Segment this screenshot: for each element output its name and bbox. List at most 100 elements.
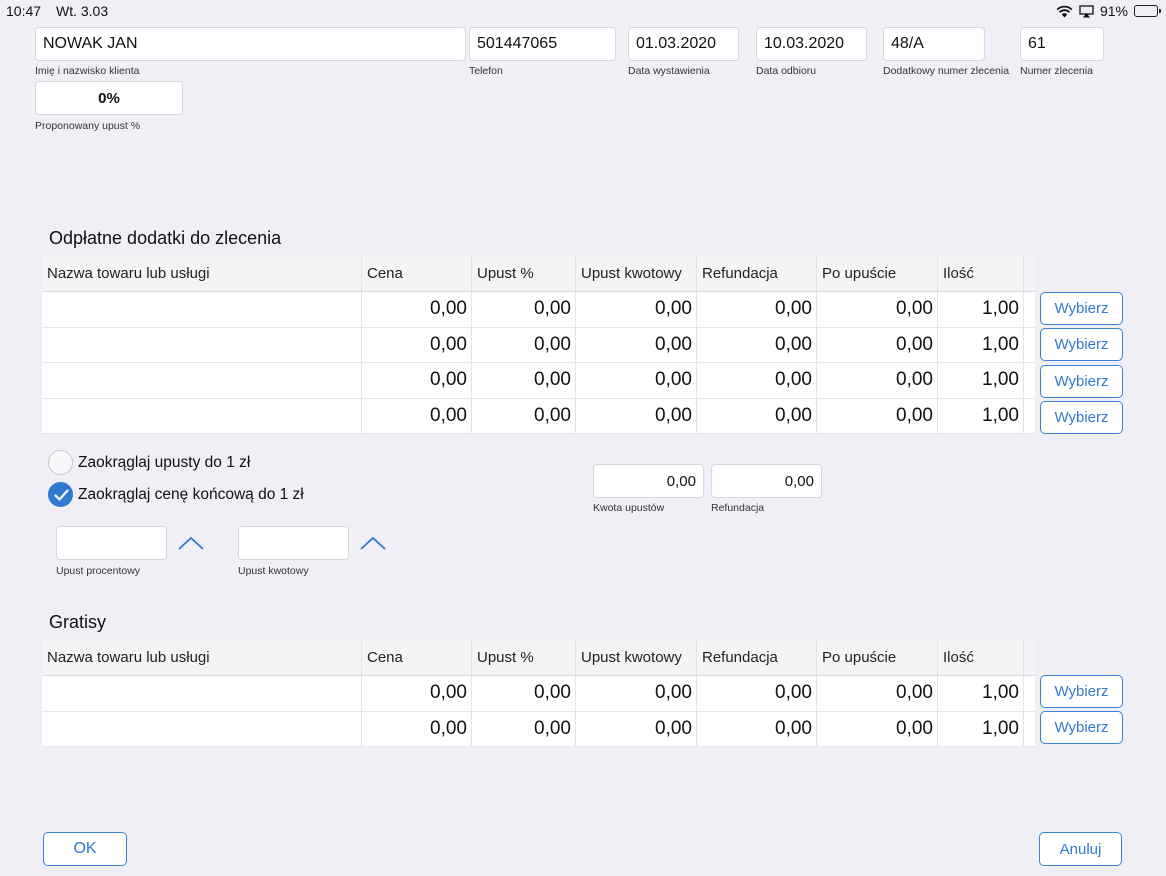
cell-quantity[interactable]: 1,00 — [938, 292, 1024, 327]
chevron-up-icon[interactable] — [177, 534, 205, 552]
ok-button[interactable]: OK — [43, 832, 127, 866]
cell-discount-pct[interactable]: 0,00 — [472, 676, 576, 711]
cell-price[interactable]: 0,00 — [362, 676, 472, 711]
cell-discount-amount[interactable]: 0,00 — [576, 398, 697, 433]
cell-spacer — [1024, 363, 1035, 398]
cell-after-discount[interactable]: 0,00 — [817, 398, 938, 433]
cell-quantity[interactable]: 1,00 — [938, 327, 1024, 362]
cell-quantity[interactable]: 1,00 — [938, 363, 1024, 398]
col-header-name: Nazwa towaru lub usługi — [42, 640, 362, 675]
cell-spacer — [1024, 676, 1035, 711]
cell-discount-amount[interactable]: 0,00 — [576, 363, 697, 398]
select-button[interactable]: Wybierz — [1040, 401, 1123, 434]
cell-name[interactable] — [42, 711, 362, 746]
round-final-radio[interactable] — [48, 482, 73, 507]
pickup-date-field[interactable]: 10.03.2020 — [756, 27, 867, 61]
cell-price[interactable]: 0,00 — [362, 327, 472, 362]
table-row[interactable]: 0,00 0,00 0,00 0,00 0,00 1,00 — [42, 292, 1035, 328]
round-final-option[interactable]: Zaokrąglaj cenę końcową do 1 zł — [48, 482, 304, 507]
col-header-discount-amount: Upust kwotowy — [576, 640, 697, 675]
battery-icon — [1134, 5, 1161, 17]
cell-after-discount[interactable]: 0,00 — [817, 327, 938, 362]
cell-price[interactable]: 0,00 — [362, 292, 472, 327]
cell-quantity[interactable]: 1,00 — [938, 711, 1024, 746]
cell-spacer — [1024, 712, 1035, 747]
select-button[interactable]: Wybierz — [1040, 328, 1123, 361]
select-button[interactable]: Wybierz — [1040, 711, 1123, 744]
table-row[interactable]: 0,00 0,00 0,00 0,00 0,00 1,00 — [42, 398, 1035, 434]
battery-percent: 91% — [1099, 3, 1128, 19]
cell-name[interactable] — [42, 327, 362, 362]
issue-date-field[interactable]: 01.03.2020 — [628, 27, 739, 61]
chevron-up-icon[interactable] — [359, 534, 387, 552]
cell-discount-amount[interactable]: 0,00 — [576, 676, 697, 711]
order-number-field[interactable]: 61 — [1020, 27, 1104, 61]
paid-table-header: Nazwa towaru lub usługi Cena Upust % Upu… — [42, 256, 1035, 292]
client-name-label: Imię i nazwisko klienta — [35, 65, 140, 77]
phone-field[interactable]: 501447065 — [469, 27, 616, 61]
col-header-discount-amount: Upust kwotowy — [576, 256, 697, 291]
round-discounts-radio[interactable] — [48, 450, 73, 475]
free-table-body: 0,00 0,00 0,00 0,00 0,00 1,00 0,00 0,00 … — [42, 676, 1035, 747]
col-header-refund: Refundacja — [697, 640, 817, 675]
cell-quantity[interactable]: 1,00 — [938, 398, 1024, 433]
cell-discount-pct[interactable]: 0,00 — [472, 292, 576, 327]
table-row[interactable]: 0,00 0,00 0,00 0,00 0,00 1,00 — [42, 711, 1035, 747]
table-row[interactable]: 0,00 0,00 0,00 0,00 0,00 1,00 — [42, 327, 1035, 363]
amount-discount-input[interactable] — [238, 526, 349, 560]
cell-price[interactable]: 0,00 — [362, 711, 472, 746]
cell-discount-amount[interactable]: 0,00 — [576, 711, 697, 746]
airplay-icon — [1079, 4, 1094, 17]
wifi-icon — [1056, 5, 1073, 17]
proposed-discount-label: Proponowany upust % — [35, 120, 141, 132]
cell-refund[interactable]: 0,00 — [697, 711, 817, 746]
status-time: 10:47 — [6, 3, 42, 19]
cell-refund[interactable]: 0,00 — [697, 398, 817, 433]
cell-after-discount[interactable]: 0,00 — [817, 363, 938, 398]
cell-price[interactable]: 0,00 — [362, 363, 472, 398]
select-button[interactable]: Wybierz — [1040, 292, 1123, 325]
cell-refund[interactable]: 0,00 — [697, 363, 817, 398]
extra-order-number-field[interactable]: 48/A — [883, 27, 985, 61]
col-header-spacer — [1024, 256, 1035, 291]
refund-field[interactable]: 0,00 — [711, 464, 822, 498]
client-name-field[interactable]: NOWAK JAN — [35, 27, 466, 61]
discount-amount-label: Kwota upustów — [593, 502, 665, 514]
cell-name[interactable] — [42, 398, 362, 433]
round-discounts-option[interactable]: Zaokrąglaj upusty do 1 zł — [48, 450, 250, 475]
cell-name[interactable] — [42, 363, 362, 398]
cell-quantity[interactable]: 1,00 — [938, 676, 1024, 711]
table-row[interactable]: 0,00 0,00 0,00 0,00 0,00 1,00 — [42, 676, 1035, 712]
cell-discount-pct[interactable]: 0,00 — [472, 711, 576, 746]
free-table: Nazwa towaru lub usługi Cena Upust % Upu… — [42, 640, 1035, 747]
cell-after-discount[interactable]: 0,00 — [817, 711, 938, 746]
cell-spacer — [1024, 292, 1035, 327]
cell-spacer — [1024, 328, 1035, 363]
cell-discount-amount[interactable]: 0,00 — [576, 292, 697, 327]
table-row[interactable]: 0,00 0,00 0,00 0,00 0,00 1,00 — [42, 363, 1035, 399]
cell-after-discount[interactable]: 0,00 — [817, 676, 938, 711]
proposed-discount-field[interactable]: 0% — [35, 81, 183, 115]
cell-discount-pct[interactable]: 0,00 — [472, 327, 576, 362]
cell-discount-pct[interactable]: 0,00 — [472, 363, 576, 398]
cell-refund[interactable]: 0,00 — [697, 676, 817, 711]
col-header-after-discount: Po upuście — [817, 256, 938, 291]
free-table-header: Nazwa towaru lub usługi Cena Upust % Upu… — [42, 640, 1035, 676]
cancel-button[interactable]: Anuluj — [1039, 832, 1122, 866]
round-discounts-label: Zaokrąglaj upusty do 1 zł — [78, 453, 251, 471]
cell-discount-pct[interactable]: 0,00 — [472, 398, 576, 433]
discount-amount-field[interactable]: 0,00 — [593, 464, 704, 498]
cell-name[interactable] — [42, 676, 362, 711]
percent-discount-input[interactable] — [56, 526, 167, 560]
select-button[interactable]: Wybierz — [1040, 365, 1123, 398]
col-header-price: Cena — [362, 256, 472, 291]
cell-refund[interactable]: 0,00 — [697, 292, 817, 327]
cell-discount-amount[interactable]: 0,00 — [576, 327, 697, 362]
cell-after-discount[interactable]: 0,00 — [817, 292, 938, 327]
col-header-after-discount: Po upuście — [817, 640, 938, 675]
cell-price[interactable]: 0,00 — [362, 398, 472, 433]
select-button[interactable]: Wybierz — [1040, 675, 1123, 708]
order-number-label: Numer zlecenia — [1020, 65, 1093, 77]
cell-name[interactable] — [42, 292, 362, 327]
cell-refund[interactable]: 0,00 — [697, 327, 817, 362]
